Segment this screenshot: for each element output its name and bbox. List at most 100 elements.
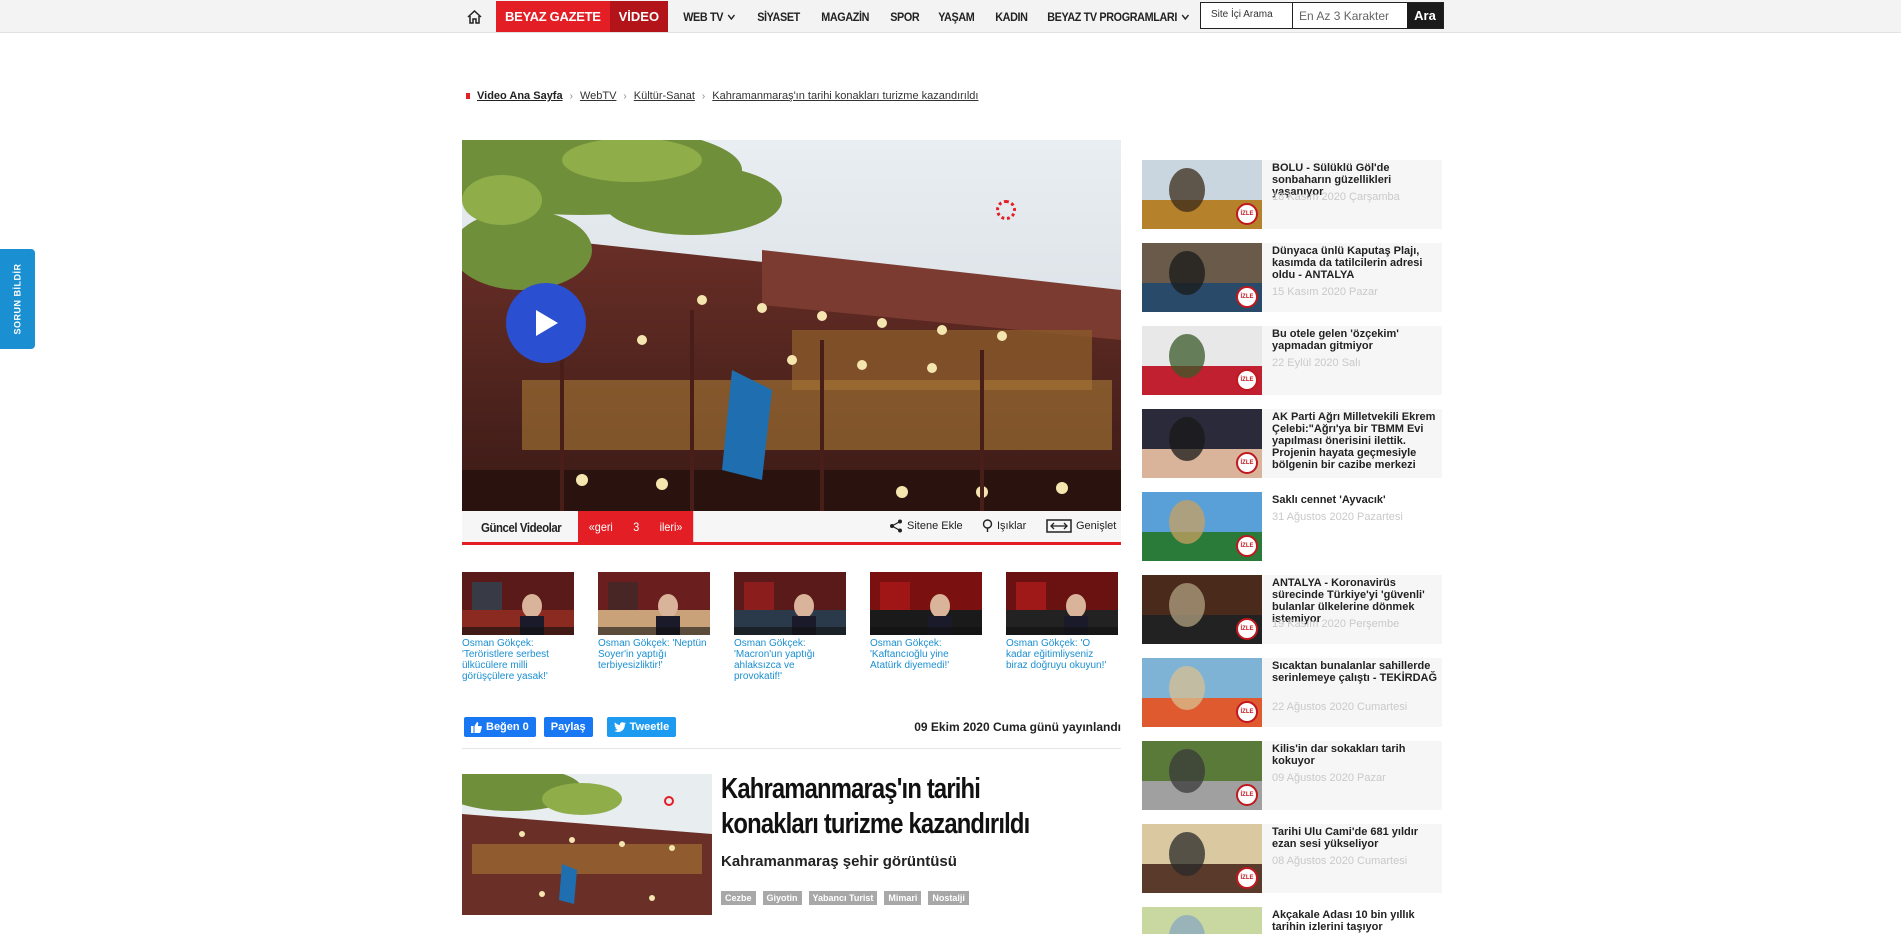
nav-item-label: WEB TV (683, 9, 724, 24)
recent-video-caption: Osman Gökçek: 'Neptün Soyer'in yaptığı t… (598, 638, 707, 671)
loading-spinner-icon (996, 200, 1016, 220)
report-issue-tab[interactable]: SORUN BİLDİR (0, 249, 35, 349)
breadcrumb-marker (466, 93, 470, 99)
recent-video-item[interactable]: Osman Gökçek: 'O kadar eğitimliyseniz bi… (1006, 572, 1118, 671)
breadcrumb-webtv[interactable]: WebTV (580, 90, 616, 102)
recent-video-item[interactable]: Osman Gökçek: 'Macron'un yaptığı ahlaksı… (734, 572, 846, 682)
recent-video-thumbnail (462, 572, 574, 635)
recent-video-item[interactable]: Osman Gökçek: 'Neptün Soyer'in yaptığı t… (598, 572, 710, 671)
tweet-button[interactable]: Tweetle (606, 717, 677, 737)
nav-item-label: BEYAZ TV PROGRAMLARI (1046, 9, 1177, 24)
recent-video-caption: Osman Gökçek: 'Kaftancıoğlu yine Atatürk… (870, 638, 950, 671)
search-input[interactable] (1293, 3, 1407, 28)
related-video-item[interactable]: İZLE Sıcaktan bunalanlar sahillerde serin… (1142, 658, 1442, 727)
play-badge-icon: İZLE (1236, 452, 1258, 474)
recent-video-caption: Osman Gökçek: 'Macron'un yaptığı ahlaksı… (734, 638, 816, 682)
pager-current-page: 3 (633, 519, 640, 534)
nav-item-label: SPOR (890, 9, 920, 24)
facebook-like-label: Beğen 0 (486, 721, 529, 733)
related-video-title: Kilis'in dar sokakları tarih kokuyor (1272, 743, 1406, 767)
breadcrumb: Video Ana Sayfa › WebTV › Kültür-Sanat ›… (466, 90, 978, 102)
related-video-item[interactable]: İZLE BOLU - Sülüklü Göl'de sonbaharın güz… (1142, 160, 1442, 229)
chevron-right-icon: › (569, 90, 573, 102)
lights-label: Işıklar (997, 520, 1027, 532)
chevron-down-icon (728, 14, 736, 20)
related-video-date: 22 Eylül 2020 Salı (1272, 357, 1361, 369)
top-navigation-bar: BEYAZ GAZETE VİDEO WEB TV SİYASET MAGAZİN S… (0, 0, 1901, 33)
chevron-down-icon (1181, 14, 1189, 20)
article-tag[interactable]: Nostalji (928, 891, 969, 905)
nav-item[interactable]: YAŞAM (931, 10, 982, 24)
expand-button[interactable]: Genişlet (1046, 519, 1116, 533)
related-video-item[interactable]: İZLE Dünyaca ünlü Kaputaş Plajı, kasımda … (1142, 243, 1442, 312)
report-issue-label: SORUN BİLDİR (12, 263, 23, 335)
related-video-date: 09 Ağustos 2020 Pazar (1272, 772, 1386, 784)
related-video-item[interactable]: İZLE Saklı cennet 'Ayvacık' 31 Ağustos 202… (1142, 492, 1442, 561)
related-video-item[interactable]: Akçakale Adası 10 bin yıllık tarihin izl… (1142, 907, 1442, 934)
published-date: 09 Ekim 2020 Cuma günü yayınlandı (914, 720, 1121, 734)
article-image-graphic (462, 774, 712, 915)
embed-label: Sitene Ekle (907, 520, 963, 532)
recent-video-thumbnail (734, 572, 846, 635)
twitter-bird-icon (613, 722, 626, 732)
nav-item[interactable]: SİYASET (750, 10, 807, 24)
related-video-item[interactable]: İZLE Tarihi Ulu Cami'de 681 yıldır ezan s… (1142, 824, 1442, 893)
recent-video-thumbnail (870, 572, 982, 635)
expand-icon (1046, 519, 1072, 533)
recent-video-caption: Osman Gökçek: 'O kadar eğitimliyseniz bi… (1006, 638, 1107, 671)
nav-item-label: YAŞAM (938, 9, 976, 24)
play-icon[interactable] (506, 283, 586, 363)
play-badge-icon: İZLE (1236, 203, 1258, 225)
chevron-right-icon: › (701, 90, 706, 102)
related-video-title: AK Parti Ağrı Milletvekili Ekrem Çelebi:… (1272, 411, 1436, 471)
related-video-date: 31 Ağustos 2020 Pazartesi (1272, 511, 1403, 523)
article-title: Kahramanmaraş'ın tarihi konakları turizm… (721, 773, 1030, 840)
play-badge-icon: İZLE (1236, 369, 1258, 391)
recent-video-caption: Osman Gökçek: 'Teröristlere serbest ülkü… (462, 638, 549, 682)
facebook-like-button[interactable]: Beğen 0 (464, 717, 536, 737)
article-tags: Cezbe Giyotin Yabancı Turist Mimari Nostalji (721, 891, 976, 905)
nav-item[interactable]: SPOR (883, 10, 927, 24)
breadcrumb-kultur-sanat[interactable]: Kültür-Sanat (634, 90, 695, 102)
video-player[interactable] (462, 140, 1121, 511)
related-video-date: 22 Ağustos 2020 Cumartesi (1272, 701, 1408, 713)
article-image[interactable] (462, 774, 712, 915)
home-icon[interactable] (462, 0, 486, 33)
article-tag[interactable]: Yabancı Turist (808, 891, 878, 905)
article-tag[interactable]: Mimari (884, 891, 922, 905)
nav-item[interactable]: BEYAZ TV PROGRAMLARI (1040, 10, 1197, 24)
article-tag[interactable]: Cezbe (721, 891, 756, 905)
related-video-item[interactable]: İZLE ANTALYA - Koronavirüs sürecinde Türk… (1142, 575, 1442, 644)
pager-next-button[interactable]: ileri» (660, 520, 683, 534)
nav-item[interactable]: KADIN (988, 10, 1035, 24)
facebook-share-button[interactable]: Paylaş (543, 717, 593, 737)
nav-item[interactable]: WEB TV (676, 10, 743, 24)
nav-item-label: SİYASET (757, 9, 801, 24)
chevron-right-icon: › (623, 90, 627, 102)
article-tag[interactable]: Giyotin (762, 891, 802, 905)
related-video-item[interactable]: İZLE Kilis'in dar sokakları tarih kokuyor… (1142, 741, 1442, 810)
share-icon (890, 519, 902, 533)
breadcrumb-current[interactable]: Kahramanmaraş'ın tarihi konakları turizm… (712, 90, 978, 102)
recent-videos-label: Güncel Videolar (481, 520, 562, 535)
embed-button[interactable]: Sitene Ekle (889, 519, 963, 533)
recent-video-thumbnail (598, 572, 710, 635)
search-label: Site İçi Arama (1201, 3, 1293, 28)
brand-logo[interactable]: BEYAZ GAZETE VİDEO (496, 1, 669, 32)
play-badge-icon: İZLE (1236, 701, 1258, 723)
search-button[interactable]: Ara (1407, 3, 1443, 28)
lights-button[interactable]: Işıklar (982, 519, 1026, 533)
related-video-item[interactable]: İZLE Bu otele gelen 'özçekim' yapmadan gi… (1142, 326, 1442, 395)
nav-item[interactable]: MAGAZİN (814, 10, 876, 24)
page: BEYAZ GAZETE VİDEO WEB TV SİYASET MAGAZİN S… (0, 0, 1901, 934)
recent-video-thumbnail (1006, 572, 1118, 635)
thumbs-up-icon (471, 721, 482, 733)
facebook-share-label: Paylaş (550, 721, 586, 733)
play-badge-icon: İZLE (1236, 286, 1258, 308)
pager-prev-button[interactable]: «geri (589, 520, 613, 534)
related-video-title: Tarihi Ulu Cami'de 681 yıldır ezan sesi … (1272, 826, 1419, 850)
related-video-item[interactable]: İZLE AK Parti Ağrı Milletvekili Ekrem Çel… (1142, 409, 1442, 478)
breadcrumb-video-home[interactable]: Video Ana Sayfa (477, 90, 563, 102)
recent-video-item[interactable]: Osman Gökçek: 'Teröristlere serbest ülkü… (462, 572, 574, 682)
recent-video-item[interactable]: Osman Gökçek: 'Kaftancıoğlu yine Atatürk… (870, 572, 982, 671)
